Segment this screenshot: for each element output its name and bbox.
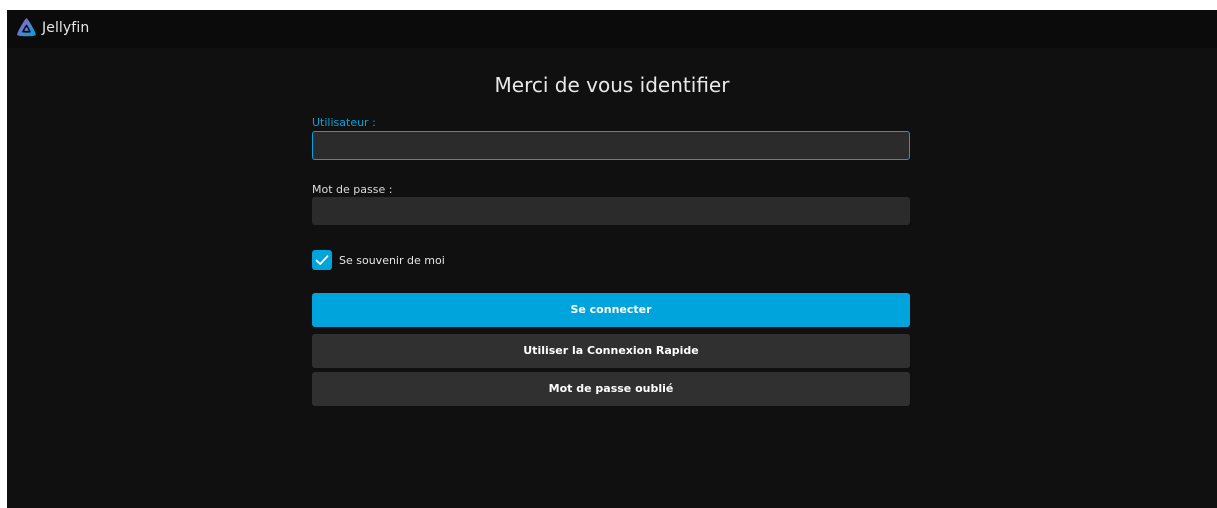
header-bar: Jellyfin: [7, 10, 1217, 48]
password-input[interactable]: [312, 197, 910, 225]
home-link[interactable]: Jellyfin: [14, 16, 89, 41]
checkmark-icon: [315, 255, 329, 265]
page-title: Merci de vous identifier: [494, 73, 730, 97]
brand-name: Jellyfin: [42, 19, 90, 36]
jellyfin-logo-icon: [17, 18, 36, 37]
quick-connect-button[interactable]: Utiliser la Connexion Rapide: [312, 334, 910, 368]
app-window: Jellyfin Merci de vous identifier Utilis…: [7, 10, 1217, 508]
username-input[interactable]: [312, 131, 910, 160]
sign-in-button[interactable]: Se connecter: [312, 293, 910, 327]
username-label: Utilisateur :: [312, 116, 376, 129]
forgot-password-button[interactable]: Mot de passe oublié: [312, 372, 910, 406]
password-label: Mot de passe :: [312, 183, 393, 196]
remember-me-checkbox[interactable]: [312, 250, 332, 270]
remember-me-label[interactable]: Se souvenir de moi: [339, 254, 445, 267]
